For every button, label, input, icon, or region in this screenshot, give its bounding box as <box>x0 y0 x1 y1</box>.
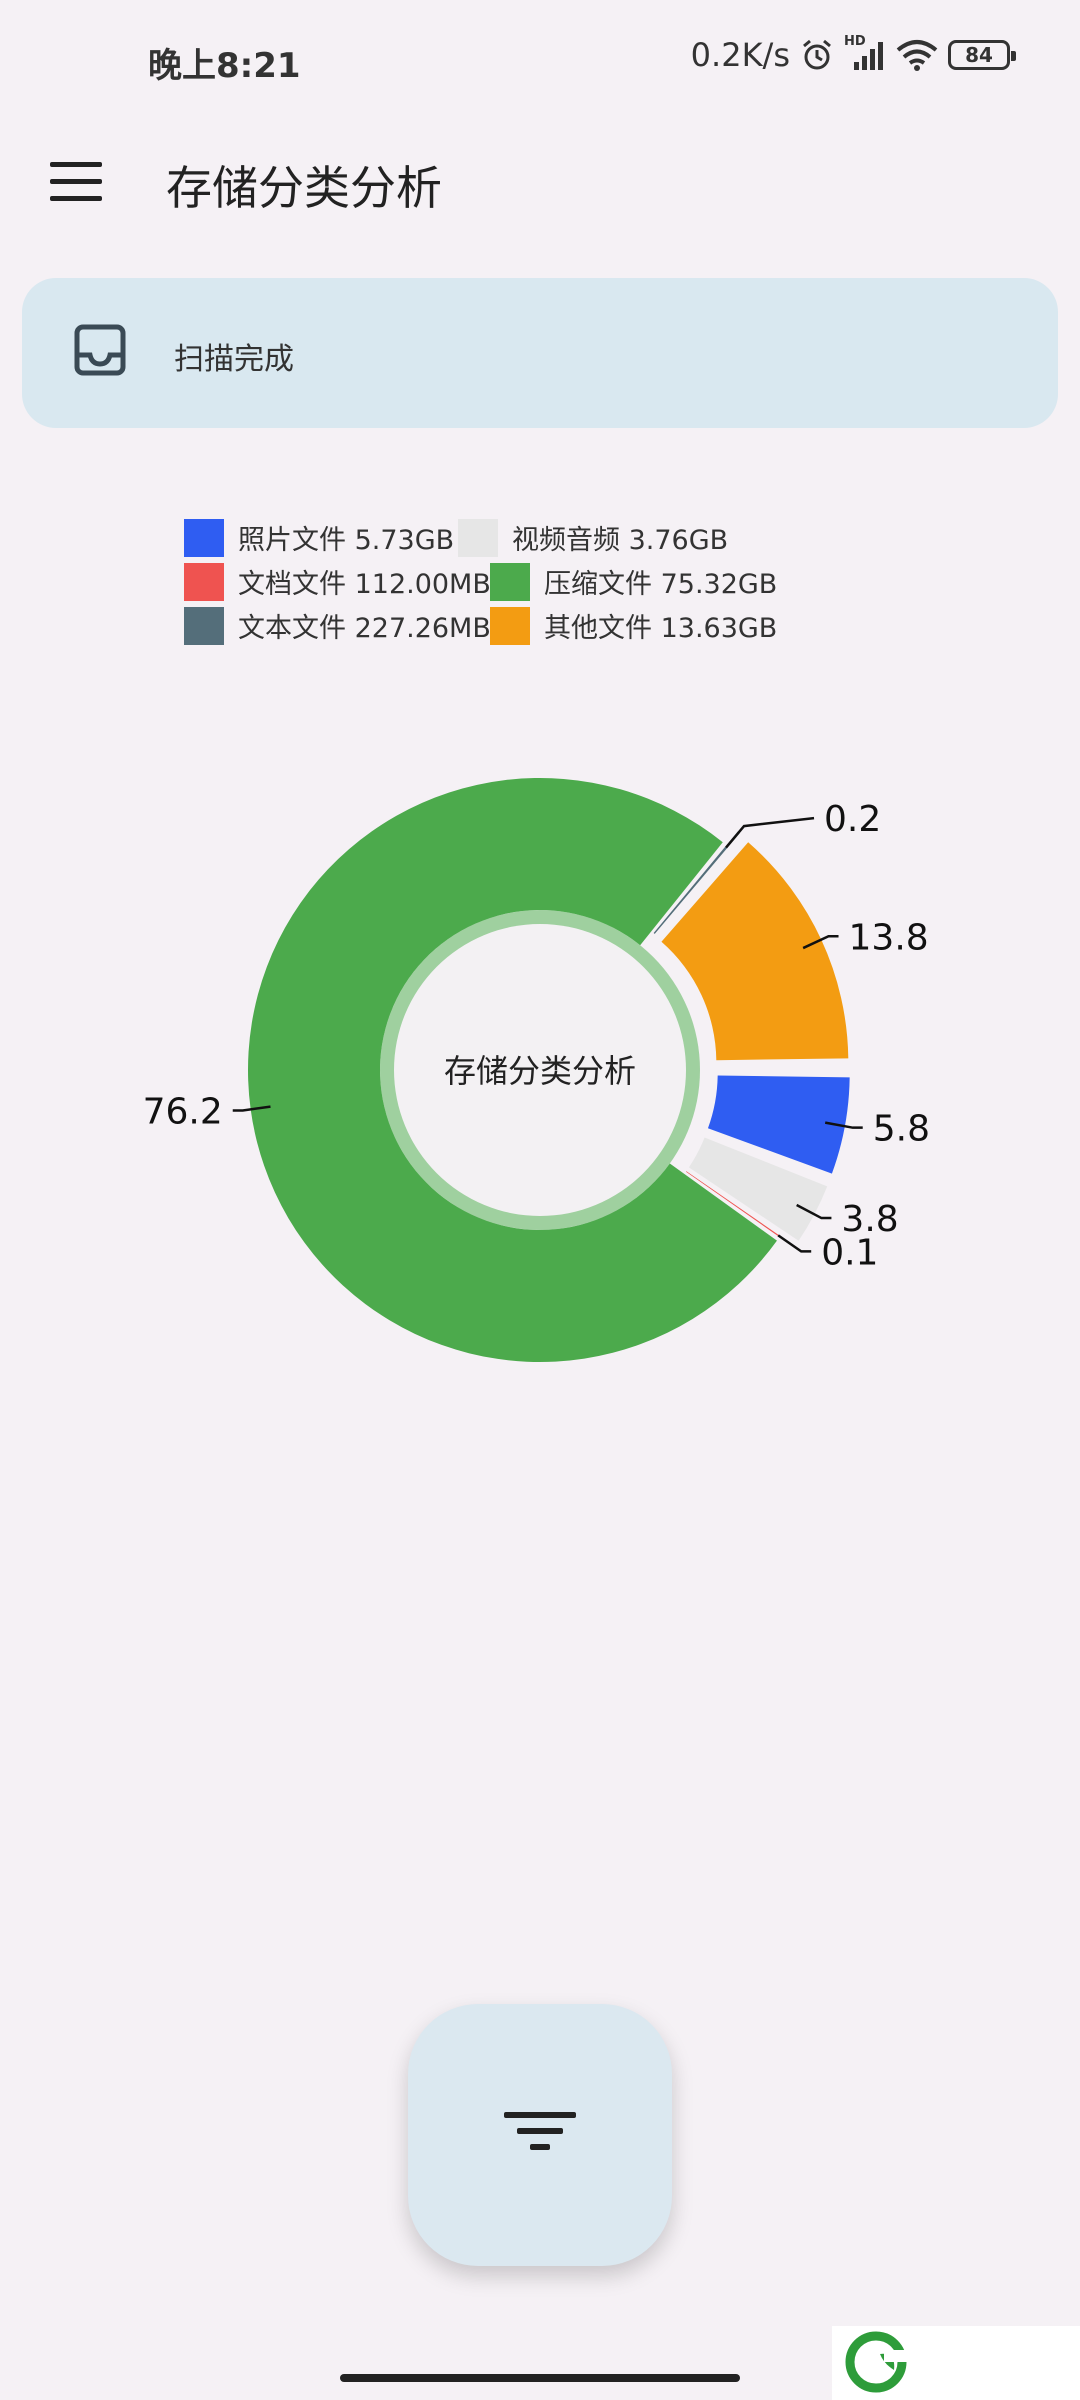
watermark <box>832 2326 1080 2400</box>
storage-donut-chart: 5.83.80.176.20.213.8 存储分类分析 <box>143 778 930 1362</box>
home-indicator[interactable] <box>340 2374 740 2382</box>
data-label: 13.8 <box>849 917 929 958</box>
logo-icon <box>845 2331 908 2393</box>
data-label: 0.2 <box>824 799 881 840</box>
data-label: 76.2 <box>143 1091 223 1132</box>
data-label: 0.1 <box>821 1232 878 1273</box>
chart-center-title: 存储分类分析 <box>444 1052 636 1090</box>
data-label: 5.8 <box>873 1109 930 1150</box>
data-label-leader <box>725 816 815 849</box>
filter-fab[interactable] <box>408 2004 672 2266</box>
filter-icon <box>504 2112 576 2150</box>
